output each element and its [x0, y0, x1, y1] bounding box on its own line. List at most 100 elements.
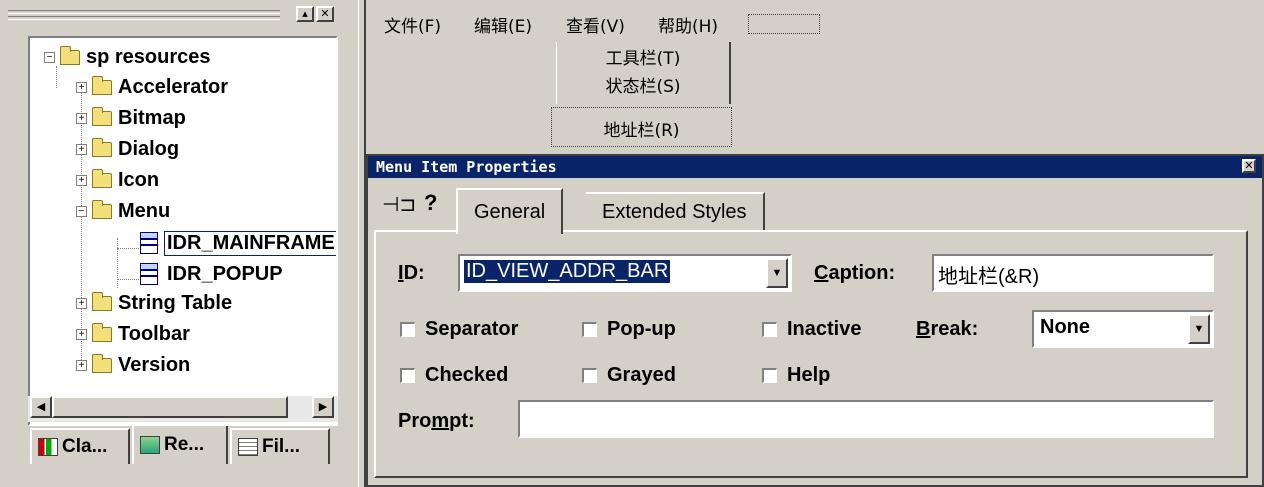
panel-grip[interactable]	[8, 10, 280, 14]
checked-checkbox[interactable]: Checked	[400, 364, 508, 387]
tree-item-label: Accelerator	[118, 75, 229, 98]
tab-classview[interactable]: Cla...	[30, 428, 130, 464]
tree-horizontal-scrollbar[interactable]: ◀ ▶	[28, 396, 338, 422]
pushpin-icon[interactable]: ⊣⊐	[382, 192, 416, 217]
checkbox-label: Help	[787, 364, 831, 386]
tree-item-dialog[interactable]: + Dialog	[76, 134, 179, 164]
close-icon[interactable]: ✕	[1242, 159, 1256, 173]
tree-root-label: sp resources	[86, 45, 211, 68]
panel-grip-2[interactable]	[8, 16, 280, 20]
break-combobox[interactable]: None ▼	[1032, 310, 1214, 348]
resource-tree[interactable]: − sp resources + Accelerator + Bitmap + …	[28, 36, 338, 426]
collapse-icon[interactable]: −	[44, 51, 55, 63]
tab-extended-styles[interactable]: Extended Styles	[586, 192, 765, 230]
question-mark-icon[interactable]: ?	[424, 190, 437, 216]
tab-general[interactable]: General	[456, 188, 564, 234]
tree-item-menu[interactable]: − Menu	[76, 196, 170, 226]
view-menu-dropdown: 工具栏(T) 状态栏(S)	[556, 42, 731, 104]
menu-item-addressbar-selected[interactable]: 地址栏(R)	[551, 107, 732, 147]
menu-resource-icon	[140, 263, 158, 285]
tree-item-version[interactable]: + Version	[76, 350, 190, 380]
id-label: ID:	[398, 262, 425, 284]
help-checkbox[interactable]: Help	[762, 364, 830, 387]
tree-item-label: Bitmap	[118, 106, 186, 129]
expand-icon[interactable]: +	[76, 328, 87, 340]
checkbox-box[interactable]	[762, 322, 777, 337]
chevron-down-icon[interactable]: ▼	[1188, 314, 1210, 344]
scroll-left-arrow-icon[interactable]: ◀	[30, 396, 52, 418]
tab-label: Cla...	[62, 436, 108, 457]
panel-close-button[interactable]: ✕	[316, 6, 334, 22]
tree-item-label: Icon	[118, 168, 160, 191]
dialog-title: Menu Item Properties	[376, 158, 557, 176]
menu-help[interactable]: 帮助(H)	[658, 12, 718, 37]
open-folder-icon	[60, 45, 80, 65]
break-label: Break:	[916, 318, 979, 340]
menu-item-statusbar[interactable]: 状态栏(S)	[557, 72, 729, 97]
tab-fileview[interactable]: Fil...	[230, 428, 330, 464]
checkbox-box[interactable]	[400, 368, 415, 383]
menu-item-properties-dialog: Menu Item Properties ✕ ⊣⊐ ? ID: ID_VIEW_…	[366, 154, 1264, 487]
tab-label: General	[474, 200, 546, 223]
menu-new-item-slot[interactable]	[748, 14, 820, 34]
folder-icon	[92, 291, 112, 311]
checkbox-label: Grayed	[607, 364, 676, 386]
tree-item-label: Version	[118, 353, 191, 376]
grayed-checkbox[interactable]: Grayed	[582, 364, 676, 387]
folder-icon	[92, 137, 112, 157]
tree-root[interactable]: − sp resources	[44, 42, 211, 72]
tree-item-string-table[interactable]: + String Table	[76, 288, 232, 318]
folder-icon	[92, 168, 112, 188]
checkbox-box[interactable]	[400, 322, 415, 337]
id-combobox[interactable]: ID_VIEW_ADDR_BAR ▼	[458, 254, 792, 292]
menu-view[interactable]: 查看(V)	[566, 12, 625, 37]
expand-icon[interactable]: +	[76, 143, 87, 155]
tree-item-label: Dialog	[118, 137, 180, 160]
scroll-right-arrow-icon[interactable]: ▶	[312, 396, 334, 418]
splitter-bar[interactable]	[358, 0, 366, 487]
break-value: None	[1040, 316, 1090, 338]
checkbox-label: Pop-up	[607, 318, 676, 340]
tab-label: Extended Styles	[602, 200, 747, 223]
general-tab-panel: ID: ID_VIEW_ADDR_BAR ▼ Caption: 地址栏(&R) …	[374, 230, 1248, 478]
prompt-label: Prompt:	[398, 410, 475, 432]
checkbox-box[interactable]	[582, 322, 597, 337]
tab-resourceview[interactable]: Re...	[132, 426, 228, 464]
tree-item-toolbar[interactable]: + Toolbar	[76, 319, 190, 349]
scroll-thumb[interactable]	[52, 396, 288, 418]
expand-icon[interactable]: +	[76, 174, 87, 186]
id-value: ID_VIEW_ADDR_BAR	[464, 260, 671, 283]
tree-item-label: String Table	[118, 291, 233, 314]
expand-icon[interactable]: +	[76, 81, 87, 93]
folder-icon	[92, 353, 112, 373]
collapse-icon[interactable]: −	[76, 205, 87, 217]
expand-icon[interactable]: +	[76, 359, 87, 371]
tree-item-accelerator[interactable]: + Accelerator	[76, 72, 228, 102]
dialog-titlebar[interactable]: Menu Item Properties ✕	[368, 156, 1262, 178]
menu-item-toolbar[interactable]: 工具栏(T)	[557, 44, 729, 69]
separator-checkbox[interactable]: Separator	[400, 318, 518, 341]
popup-checkbox[interactable]: Pop-up	[582, 318, 676, 341]
prompt-input[interactable]	[518, 400, 1214, 438]
folder-icon	[92, 322, 112, 342]
resource-view-icon	[140, 436, 160, 454]
panel-restore-button[interactable]: ▴	[296, 6, 314, 22]
menu-item-addressbar[interactable]: 地址栏(R)	[552, 116, 731, 141]
caption-input[interactable]: 地址栏(&R)	[932, 254, 1214, 292]
checkbox-box[interactable]	[582, 368, 597, 383]
tree-item-icon[interactable]: + Icon	[76, 165, 159, 195]
menu-edit[interactable]: 编辑(E)	[474, 12, 532, 37]
tree-item-label: IDR_POPUP	[167, 262, 283, 285]
folder-icon	[92, 75, 112, 95]
menu-file[interactable]: 文件(F)	[384, 12, 441, 37]
tree-item-label: Menu	[118, 199, 171, 222]
expand-icon[interactable]: +	[76, 297, 87, 309]
caption-value: 地址栏(&R)	[938, 266, 1040, 288]
tree-item-idr-popup[interactable]: IDR_POPUP	[140, 259, 283, 289]
tree-item-idr-mainframe[interactable]: IDR_MAINFRAME	[140, 228, 336, 258]
tree-item-bitmap[interactable]: + Bitmap	[76, 103, 186, 133]
chevron-down-icon[interactable]: ▼	[766, 258, 788, 288]
inactive-checkbox[interactable]: Inactive	[762, 318, 861, 341]
expand-icon[interactable]: +	[76, 112, 87, 124]
checkbox-box[interactable]	[762, 368, 777, 383]
